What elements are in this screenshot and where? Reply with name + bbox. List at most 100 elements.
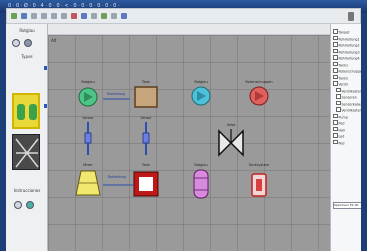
open-icon[interactable] <box>21 13 27 19</box>
run-icon[interactable] <box>101 13 107 19</box>
tree-item[interactable]: Ped <box>333 120 345 126</box>
tree-item-label: Ped <box>338 121 345 126</box>
tree-item[interactable]: Sensorkabel <box>336 100 362 106</box>
arrow-icon[interactable] <box>24 39 32 47</box>
undo-icon[interactable] <box>71 13 77 19</box>
tree-item-label: Ventilkasten <box>341 89 362 93</box>
symbol-label: Tanksystem <box>248 163 270 167</box>
instructions-label: Instrucciones <box>13 188 41 193</box>
gate-valve-icon[interactable] <box>218 129 244 157</box>
redo-icon[interactable] <box>81 13 87 19</box>
tree-item-label: Tanpot <box>338 30 350 35</box>
tree-item[interactable]: Ped <box>333 139 345 145</box>
red-tank-icon[interactable] <box>251 173 267 197</box>
tree-item[interactable]: Tank1 <box>333 61 348 67</box>
tree-item-label: Rohrleitung4 <box>338 56 360 61</box>
valve-palette-icon <box>15 138 39 168</box>
tree-item[interactable]: Ventilkasten <box>336 87 362 93</box>
tan-tank-icon[interactable] <box>134 86 158 108</box>
checkbox-icon[interactable] <box>333 42 338 47</box>
symbol-label: Sensor <box>141 116 153 120</box>
checkbox-icon[interactable] <box>333 120 338 125</box>
checkbox-icon[interactable] <box>333 74 338 79</box>
symbol-label: Mixer <box>83 163 93 167</box>
radio-icon[interactable] <box>26 201 34 209</box>
zoom-icon[interactable] <box>91 13 97 19</box>
palette-valves[interactable] <box>12 134 40 170</box>
tree-item[interactable]: Rohrleitung1 <box>333 35 360 41</box>
tree-item[interactable]: Hall <box>333 126 345 132</box>
checkbox-icon[interactable] <box>336 100 341 105</box>
copy-icon[interactable] <box>61 13 67 19</box>
palette-pumps[interactable] <box>12 93 40 129</box>
marker-icon <box>44 104 47 108</box>
symbol-label: Sensor <box>83 116 95 120</box>
right-properties-panel: Tanpot Rohrleitung1 Rohrleitung2 Rohrleitun… <box>330 24 364 251</box>
tree-item[interactable]: Rohrleitung4 <box>333 55 360 61</box>
pin-icon[interactable] <box>348 12 354 21</box>
tree-item[interactable]: Rohrleitung2 <box>333 42 360 48</box>
tree-item[interactable]: Sensoren <box>336 94 357 100</box>
checkbox-icon[interactable] <box>333 139 338 144</box>
checkbox-icon[interactable] <box>333 29 338 34</box>
left-palette-panel: Rotglau Types Instrucciones <box>6 24 48 251</box>
window-edge <box>361 24 367 251</box>
radio-icon[interactable] <box>12 39 20 47</box>
print-icon[interactable] <box>41 13 47 19</box>
tree-item[interactable]: Pump <box>333 113 348 119</box>
tree-item[interactable]: Tank2 <box>333 74 349 80</box>
checkbox-icon[interactable] <box>333 133 338 138</box>
tree-item-label: Sensorkabel <box>341 102 362 106</box>
checkbox-icon[interactable] <box>336 94 341 99</box>
canvas-header <box>48 24 330 35</box>
tree-item-label: Rohrleitung2 <box>338 43 360 48</box>
tree-item[interactable]: Rotenschuppen <box>333 68 364 74</box>
settings-icon[interactable] <box>111 13 117 19</box>
checkbox-icon[interactable] <box>336 87 341 92</box>
checkbox-icon[interactable] <box>333 68 338 73</box>
blue-sensor-icon[interactable] <box>84 122 92 155</box>
symbol-label: Rotglau <box>194 163 207 167</box>
green-pump-icon[interactable] <box>78 87 98 107</box>
toolbar <box>6 8 361 24</box>
red-boiler-icon[interactable] <box>133 171 159 197</box>
save-icon[interactable] <box>31 13 37 19</box>
diagram-canvas[interactable]: Alt Rotglau Rohrleitung Tank Rotglau Rot… <box>48 35 330 251</box>
purple-vessel-icon[interactable] <box>193 169 209 199</box>
checkbox-icon[interactable] <box>333 126 338 131</box>
checkbox-icon[interactable] <box>333 61 338 66</box>
tree-item-label: Ventil <box>338 82 348 87</box>
cut-icon[interactable] <box>51 13 57 19</box>
tree-item[interactable]: Ventilkasten2 <box>336 107 364 113</box>
types-label: Types <box>21 54 33 59</box>
symbol-label: Valve <box>227 123 236 127</box>
checkbox-icon[interactable] <box>333 35 338 40</box>
tree-item-label: Pump <box>338 115 348 119</box>
radio-icon[interactable] <box>14 201 22 209</box>
pump-icon <box>17 104 25 120</box>
blue-sensor-icon[interactable] <box>142 122 150 155</box>
checkbox-icon[interactable] <box>333 113 338 118</box>
properties-input[interactable]: Speichern P1.00 <box>333 202 362 209</box>
tree-item-label: Rohrleitung1 <box>338 37 360 41</box>
checkbox-icon[interactable] <box>333 81 338 86</box>
tree-item-label: Led <box>338 134 345 139</box>
red-pump-icon[interactable] <box>249 86 269 106</box>
yellow-mixer-icon[interactable] <box>75 170 101 196</box>
tree-item[interactable]: Rohrleitung3 <box>333 48 360 54</box>
tree-item[interactable]: Ventil <box>333 81 348 87</box>
pump-icon <box>29 104 37 120</box>
cyan-pump-icon[interactable] <box>191 86 211 106</box>
left-section-title: Rotglau <box>19 28 35 33</box>
tree-item-label: Ped <box>338 141 345 145</box>
checkbox-icon[interactable] <box>333 48 338 53</box>
new-icon[interactable] <box>11 13 17 19</box>
checkbox-icon[interactable] <box>336 107 341 112</box>
tree-item-label: Sensoren <box>341 95 357 100</box>
connector-label: Rohrleitung <box>107 92 125 96</box>
tree-item-label: Tank2 <box>338 76 349 80</box>
tree-item[interactable]: Led <box>333 133 344 139</box>
tree-item[interactable]: Tanpot <box>333 29 349 35</box>
help-icon[interactable] <box>121 13 127 19</box>
checkbox-icon[interactable] <box>333 55 338 60</box>
